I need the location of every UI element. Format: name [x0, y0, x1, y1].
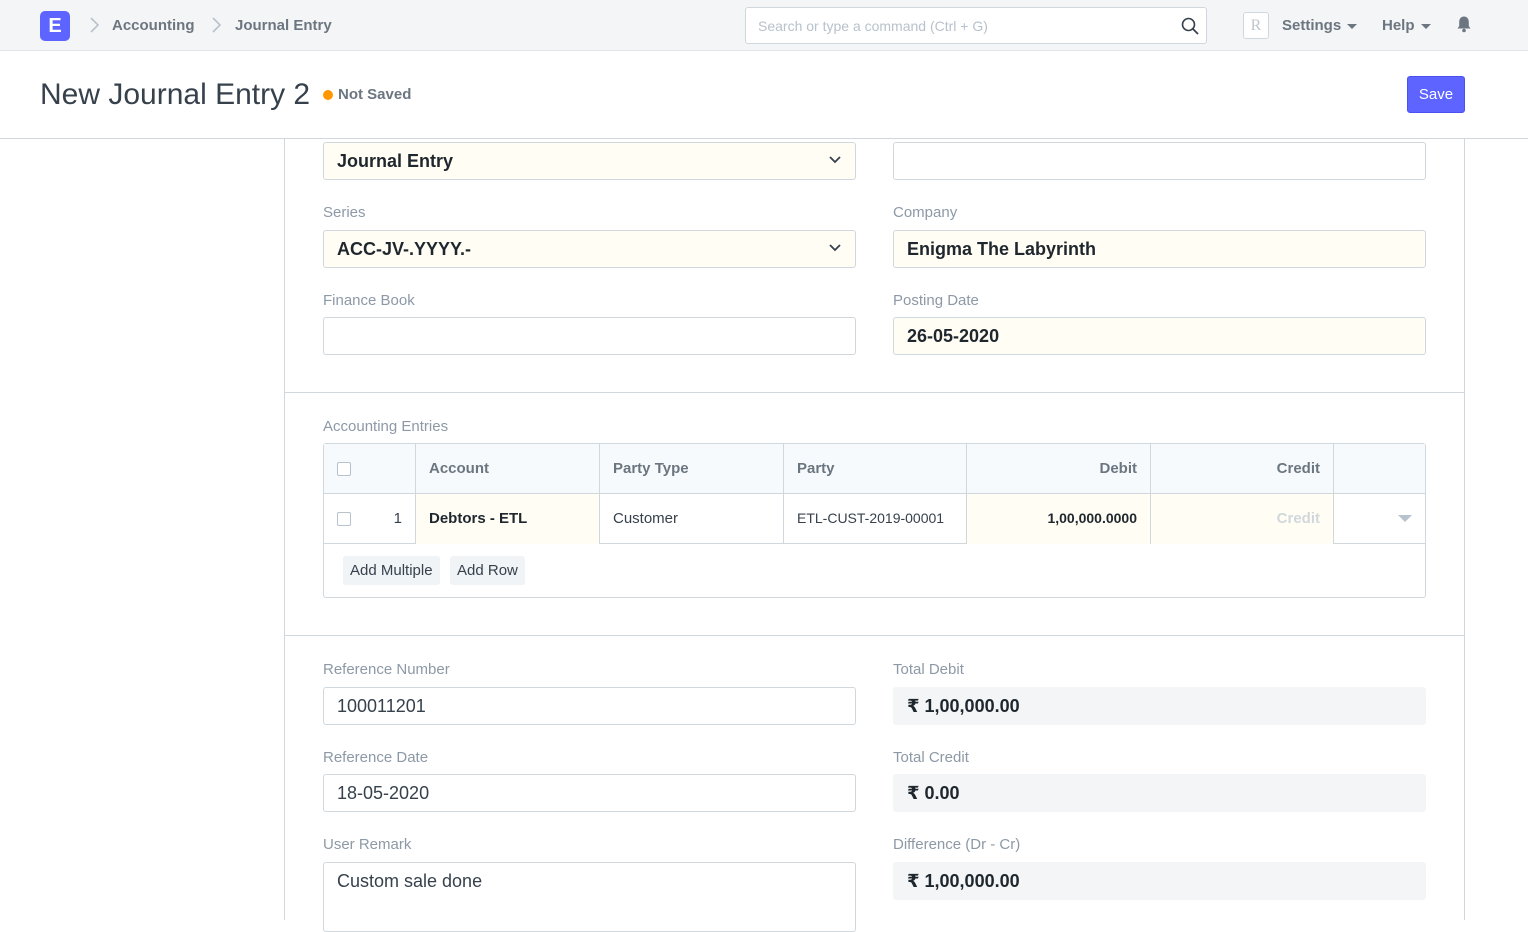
- posting-date-label: Posting Date: [893, 292, 979, 309]
- add-row-button[interactable]: Add Row: [450, 556, 525, 585]
- series-select[interactable]: ACC-JV-.YYYY.-: [323, 230, 856, 268]
- status-indicator-dot: [323, 90, 333, 100]
- accounting-entries-table: Account Party Type Party Debit Credit 1 …: [323, 443, 1426, 598]
- breadcrumb-journal-entry[interactable]: Journal Entry: [235, 17, 332, 34]
- top-right-field[interactable]: [893, 142, 1426, 180]
- select-all-checkbox[interactable]: [337, 462, 351, 476]
- company-label: Company: [893, 204, 958, 221]
- avatar[interactable]: R: [1243, 12, 1269, 39]
- save-button[interactable]: Save: [1407, 76, 1465, 113]
- row-index-cell: 1: [324, 494, 416, 544]
- chevron-right-icon: [212, 17, 222, 33]
- column-header-party-type: Party Type: [600, 444, 784, 494]
- column-header-debit: Debit: [967, 444, 1151, 494]
- company-field[interactable]: Enigma The Labyrinth: [893, 230, 1426, 268]
- row-index: 1: [393, 510, 402, 527]
- credit-cell[interactable]: Credit: [1151, 494, 1334, 544]
- caret-down-icon: [1347, 23, 1358, 29]
- series-label: Series: [323, 204, 366, 221]
- posting-date-field[interactable]: 26-05-2020: [893, 317, 1426, 355]
- caret-down-icon[interactable]: [1398, 515, 1412, 523]
- header-select-cell: [324, 444, 416, 494]
- finance-book-field[interactable]: [323, 317, 856, 355]
- settings-label: Settings: [1282, 17, 1342, 34]
- page-head: New Journal Entry 2 Not Saved Save: [0, 51, 1528, 139]
- row-menu-cell[interactable]: [1334, 494, 1425, 544]
- entry-type-select[interactable]: Journal Entry: [323, 142, 856, 180]
- section-divider: [285, 635, 1464, 636]
- table-row[interactable]: 1 Debtors - ETL Customer ETL-CUST-2019-0…: [324, 494, 1425, 544]
- search-icon[interactable]: [1180, 16, 1200, 36]
- reference-date-field[interactable]: 18-05-2020: [323, 774, 856, 812]
- reference-date-label: Reference Date: [323, 749, 429, 766]
- awesomebar: [745, 7, 1207, 44]
- table-header: Account Party Type Party Debit Credit: [324, 444, 1425, 494]
- page-title: New Journal Entry 2: [40, 78, 311, 111]
- difference-label: Difference (Dr - Cr): [893, 836, 1021, 853]
- difference-value: ₹ 1,00,000.00: [893, 862, 1426, 900]
- row-checkbox[interactable]: [337, 512, 351, 526]
- debit-cell[interactable]: 1,00,000.0000: [967, 494, 1151, 544]
- total-credit-value: ₹ 0.00: [893, 774, 1426, 812]
- breadcrumb-accounting[interactable]: Accounting: [112, 17, 195, 34]
- search-input[interactable]: [746, 8, 1166, 43]
- party-cell[interactable]: ETL-CUST-2019-00001: [784, 494, 967, 544]
- add-multiple-button[interactable]: Add Multiple: [343, 556, 440, 585]
- column-header-account: Account: [416, 444, 600, 494]
- total-debit-label: Total Debit: [893, 661, 964, 678]
- chevron-down-icon: [829, 244, 841, 252]
- user-remark-textarea[interactable]: Custom sale done: [323, 862, 856, 932]
- finance-book-label: Finance Book: [323, 292, 415, 309]
- total-debit-value: ₹ 1,00,000.00: [893, 687, 1426, 725]
- total-credit-label: Total Credit: [893, 749, 969, 766]
- reference-number-label: Reference Number: [323, 661, 450, 678]
- navbar: E Accounting Journal Entry R Settings He…: [0, 0, 1528, 51]
- user-remark-label: User Remark: [323, 836, 412, 853]
- accounting-entries-label: Accounting Entries: [323, 418, 449, 435]
- entry-type-value: Journal Entry: [337, 151, 454, 171]
- column-header-party: Party: [784, 444, 967, 494]
- bell-icon[interactable]: [1455, 15, 1473, 33]
- settings-dropdown[interactable]: Settings: [1282, 17, 1358, 34]
- chevron-down-icon: [829, 156, 841, 164]
- help-dropdown[interactable]: Help: [1382, 17, 1431, 34]
- series-value: ACC-JV-.YYYY.-: [337, 239, 472, 259]
- status-badge: Not Saved: [338, 86, 412, 103]
- account-cell[interactable]: Debtors - ETL: [416, 494, 600, 544]
- column-header-credit: Credit: [1151, 444, 1334, 494]
- app-logo[interactable]: E: [40, 11, 70, 41]
- section-divider: [285, 392, 1464, 393]
- form-layout: Journal Entry Series ACC-JV-.YYYY.- Comp…: [284, 139, 1465, 932]
- reference-number-field[interactable]: 100011201: [323, 687, 856, 725]
- chevron-right-icon: [90, 17, 100, 33]
- party-type-cell[interactable]: Customer: [600, 494, 784, 544]
- help-label: Help: [1382, 17, 1415, 34]
- caret-down-icon: [1420, 23, 1431, 29]
